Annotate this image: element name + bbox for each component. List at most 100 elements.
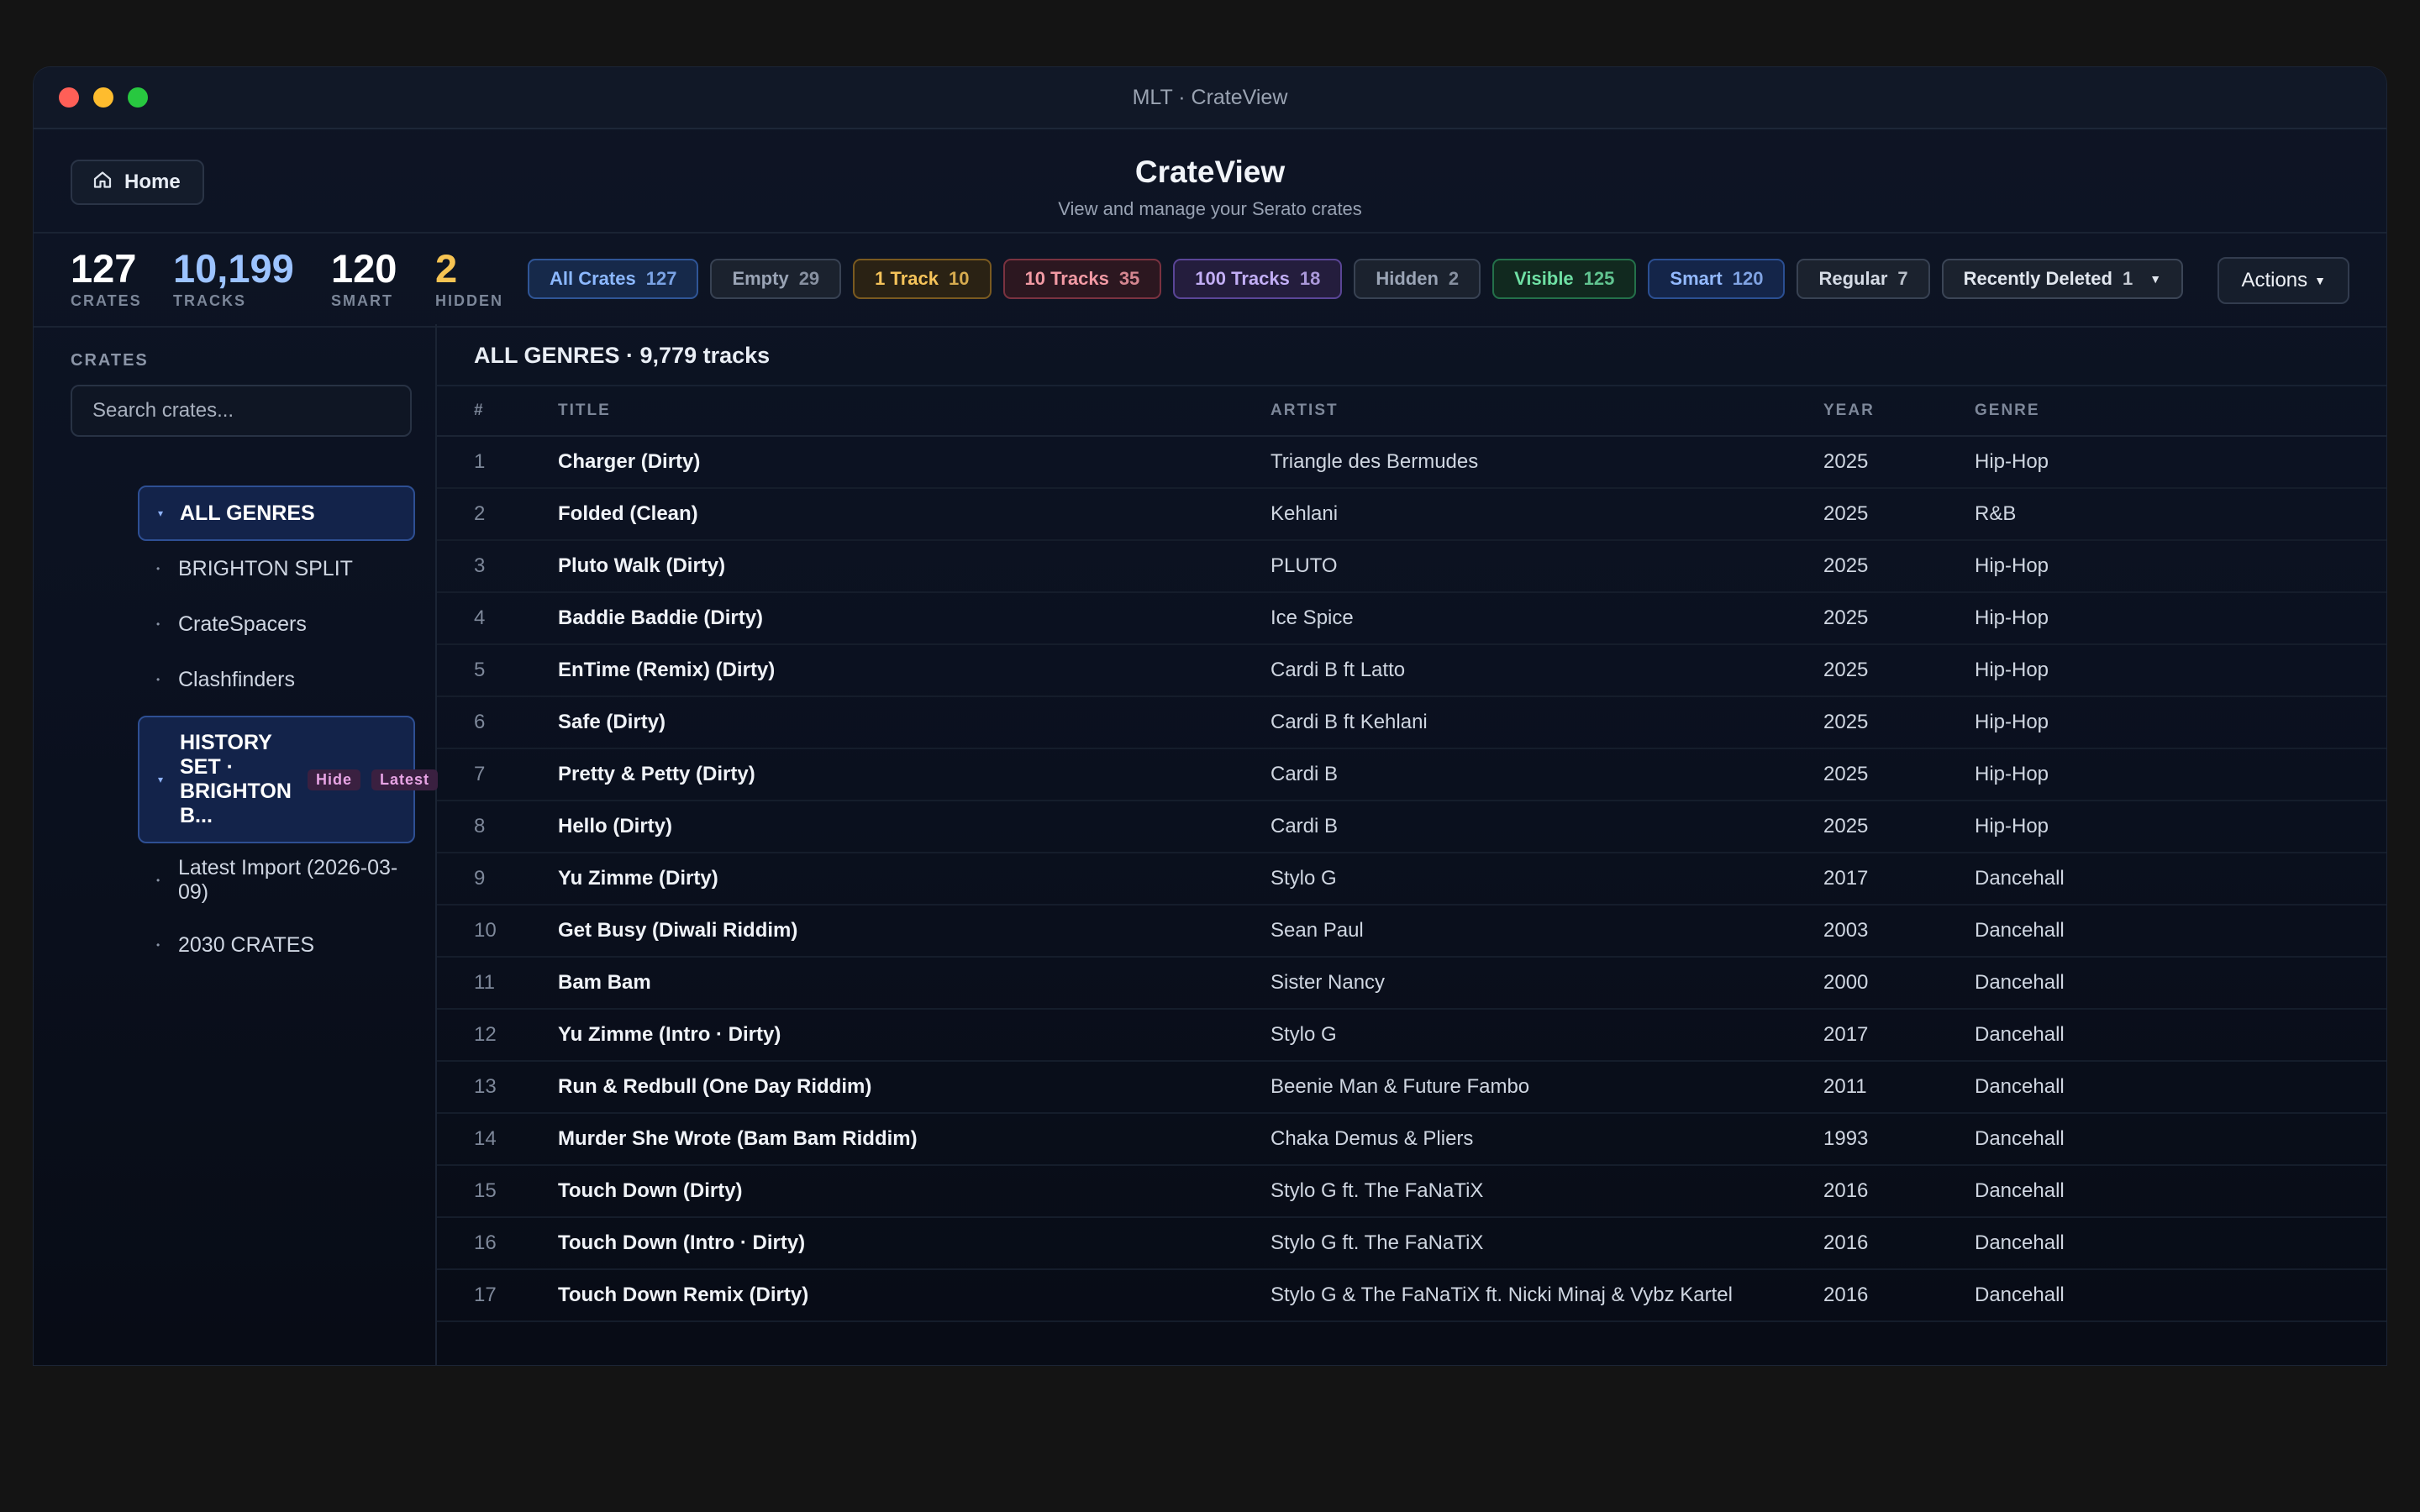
table-row[interactable]: 6 Safe (Dirty) Cardi B ft Kehlani 2025 Hip-H… [437,696,2386,749]
filter-chip-1-track[interactable]: 1 Track 10 [853,259,992,299]
track-title: Run & Redbull (One Day Riddim) [558,1061,1270,1114]
crate-item-cratespacers[interactable]: • CrateSpacers [138,596,415,652]
column-header-year[interactable]: YEAR [1823,386,1975,437]
column-header-number[interactable]: # [437,386,558,437]
chip-count: 35 [1118,268,1140,289]
table-row[interactable]: 3 Pluto Walk (Dirty) PLUTO 2025 Hip-Hop [437,540,2386,593]
track-year: 2025 [1823,488,1975,541]
stat-value: 10,199 [173,246,294,291]
crate-item-latest-import[interactable]: • Latest Import (2026-03-09) [138,843,415,917]
chip-count: 7 [1897,268,1908,289]
track-year: 2025 [1823,696,1975,749]
table-row[interactable]: 7 Pretty & Petty (Dirty) Cardi B 2025 Hip-Ho… [437,748,2386,801]
crate-item-2030-crates[interactable]: • 2030 CRATES [138,917,415,973]
track-number: 7 [437,748,558,801]
table-row[interactable]: 5 EnTime (Remix) (Dirty) Cardi B ft Latto 2… [437,644,2386,697]
track-artist: Cardi B ft Kehlani [1270,696,1823,749]
track-artist: Ice Spice [1270,592,1823,645]
track-title: Murder She Wrote (Bam Bam Riddim) [558,1113,1270,1166]
chip-label: Hidden [1376,268,1439,289]
table-row[interactable]: 10 Get Busy (Diwali Riddim) Sean Paul 2003 D… [437,905,2386,958]
table-row[interactable]: 13 Run & Redbull (One Day Riddim) Beenie M… [437,1061,2386,1114]
table-row[interactable]: 8 Hello (Dirty) Cardi B 2025 Hip-Hop [437,801,2386,853]
crate-item-all-genres[interactable]: ▾ ALL GENRES [138,486,415,541]
filter-chip-visible[interactable]: Visible 125 [1492,259,1637,299]
table-row[interactable]: 15 Touch Down (Dirty) Stylo G ft. The FaNa… [437,1165,2386,1218]
crate-name: BRIGHTON SPLIT [178,556,353,580]
track-year: 2025 [1823,801,1975,853]
table-header-row: # TITLE ARTIST YEAR GENRE [437,386,2386,437]
filter-chip-10-tracks[interactable]: 10 Tracks 35 [1002,259,1162,299]
track-title: Pluto Walk (Dirty) [558,540,1270,593]
crate-item-history-set[interactable]: ▾ HISTORY SET · BRIGHTON B... Hide Lates… [138,716,439,843]
track-genre: Dancehall [1975,1165,2386,1218]
track-year: 2025 [1823,592,1975,645]
chip-label: 10 Tracks [1024,268,1109,289]
filter-chip-empty[interactable]: Empty 29 [710,259,842,299]
table-row[interactable]: 14 Murder She Wrote (Bam Bam Riddim) Chaka… [437,1113,2386,1166]
track-artist: Triangle des Bermudes [1270,436,1823,489]
track-genre: Dancehall [1975,905,2386,958]
track-title: Folded (Clean) [558,488,1270,541]
column-header-genre[interactable]: GENRE [1975,386,2386,437]
bullet-icon: • [156,874,160,886]
table-row[interactable]: 9 Yu Zimme (Dirty) Stylo G 2017 Dancehall [437,853,2386,906]
filter-chip-100-tracks[interactable]: 100 Tracks 18 [1173,259,1343,299]
page-subtitle: View and manage your Serato crates [1058,198,1362,219]
chip-label: Recently Deleted [1963,268,2112,289]
track-genre: R&B [1975,488,2386,541]
table-row[interactable]: 4 Baddie Baddie (Dirty) Ice Spice 2025 Hip-H… [437,592,2386,645]
track-artist: Sean Paul [1270,905,1823,958]
track-number: 11 [437,957,558,1010]
chevron-down-icon[interactable]: ▾ [158,507,165,519]
chip-count: 10 [949,268,970,289]
stats-bar: 127 CRATES 10,199 TRACKS 120 SMART 2 HID… [34,234,2386,328]
column-header-title[interactable]: TITLE [558,386,1270,437]
filter-chip-smart[interactable]: Smart 120 [1648,259,1786,299]
table-row[interactable]: 12 Yu Zimme (Intro · Dirty) Stylo G 2017 Dan… [437,1009,2386,1062]
table-row[interactable]: 16 Touch Down (Intro · Dirty) Stylo G ft. … [437,1217,2386,1270]
track-year: 2017 [1823,853,1975,906]
table-row[interactable]: 11 Bam Bam Sister Nancy 2000 Dancehall [437,957,2386,1010]
filter-chip-hidden[interactable]: Hidden 2 [1354,259,1481,299]
track-number: 8 [437,801,558,853]
chip-label: Regular [1818,268,1888,289]
stat-label: SMART [331,292,393,309]
chip-count: 1 [2122,268,2133,289]
column-header-artist[interactable]: ARTIST [1270,386,1823,437]
actions-button[interactable]: Actions ▼ [2217,257,2349,304]
filter-chip-all-crates[interactable]: All Crates 127 [528,259,699,299]
track-title: Get Busy (Diwali Riddim) [558,905,1270,958]
track-year: 2000 [1823,957,1975,1010]
crate-name: 2030 CRATES [178,932,315,957]
track-number: 2 [437,488,558,541]
track-title: Hello (Dirty) [558,801,1270,853]
table-row[interactable]: 1 Charger (Dirty) Triangle des Bermudes 202… [437,436,2386,489]
chip-count: 29 [798,268,820,289]
search-crates-input[interactable] [71,385,412,437]
filter-chip-regular[interactable]: Regular 7 [1797,259,1930,299]
table-row[interactable]: 2 Folded (Clean) Kehlani 2025 R&B [437,488,2386,541]
crate-name: ALL GENRES [180,501,315,525]
track-number: 5 [437,644,558,697]
chip-label: Empty [732,268,789,289]
crate-item-brighton-split[interactable]: • BRIGHTON SPLIT [138,541,415,596]
chevron-down-icon: ▼ [2149,272,2162,286]
chip-count: 18 [1299,268,1321,289]
chevron-down-icon[interactable]: ▾ [158,774,165,785]
track-year: 2025 [1823,540,1975,593]
track-number: 10 [437,905,558,958]
stat-label: HIDDEN [435,292,504,309]
chip-count: 127 [645,268,677,289]
crates-sidebar: CRATES ▾ ALL GENRES • BRIGHTON SPLIT • C… [34,324,439,1365]
sidebar-heading: CRATES [71,351,149,370]
stat-label: CRATES [71,292,142,309]
track-year: 2025 [1823,644,1975,697]
crate-item-clashfinders[interactable]: • Clashfinders [138,652,415,707]
table-row[interactable]: 17 Touch Down Remix (Dirty) Stylo G & The … [437,1269,2386,1322]
bullet-icon: • [156,939,160,951]
track-artist: Sister Nancy [1270,957,1823,1010]
track-genre: Hip-Hop [1975,592,2386,645]
filter-chip-recently-deleted[interactable]: Recently Deleted 1 ▼ [1941,259,2184,299]
track-artist: Stylo G & The FaNaTiX ft. Nicki Minaj & … [1270,1269,1823,1322]
